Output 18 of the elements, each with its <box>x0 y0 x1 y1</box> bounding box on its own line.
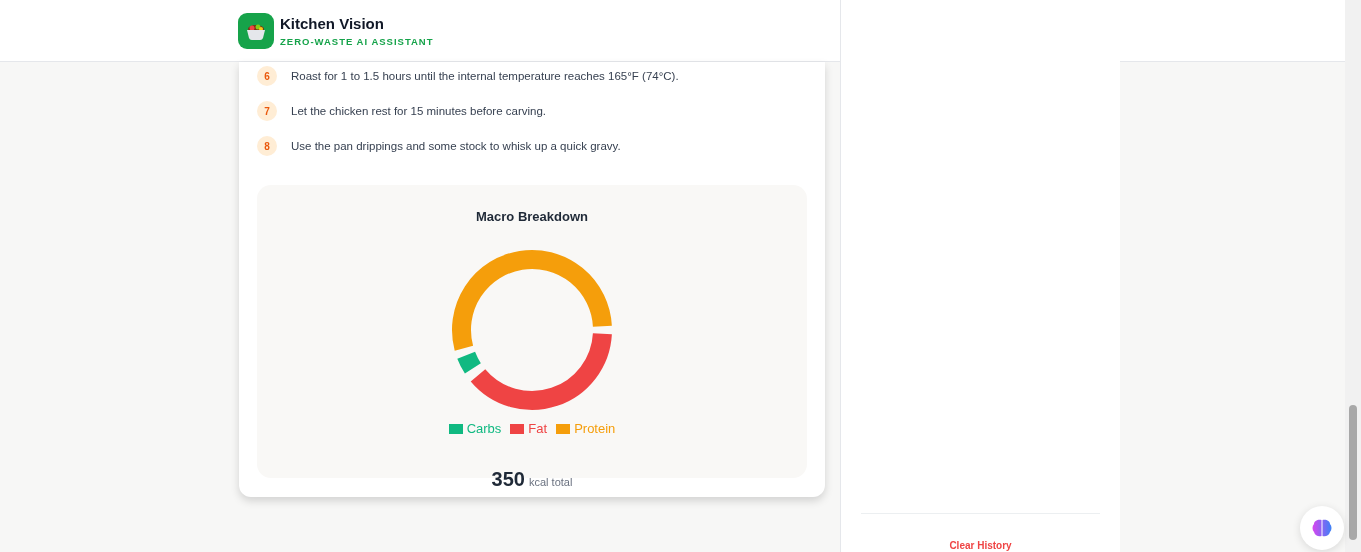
legend-label: Protein <box>574 421 616 436</box>
app-subtitle: ZERO-WASTE AI ASSISTANT <box>280 35 434 47</box>
step-number: 8 <box>257 136 277 156</box>
scrollbar[interactable] <box>1345 0 1361 552</box>
calorie-unit: kcal total <box>528 476 573 488</box>
app-title: Kitchen Vision <box>280 14 385 32</box>
step-text: Use the pan drippings and some stock to whisk up a quick gravy. <box>291 140 621 152</box>
calorie-value: 350 <box>491 468 525 491</box>
legend-label: Carbs <box>466 421 502 436</box>
brain-icon <box>1312 519 1332 537</box>
step-text: Roast for 1 to 1.5 hours until the internal temperature reaches 165°F (74°C). <box>291 70 679 82</box>
step-number: 6 <box>257 66 277 86</box>
assistant-button[interactable] <box>1300 506 1344 550</box>
step-text: Let the chicken rest for 15 minutes before carving. <box>291 105 547 117</box>
clear-history-button[interactable]: Clear History <box>949 540 1012 551</box>
chart-title: Macro Breakdown <box>476 209 588 224</box>
step-number: 7 <box>257 101 277 121</box>
legend-label: Fat <box>528 421 548 436</box>
